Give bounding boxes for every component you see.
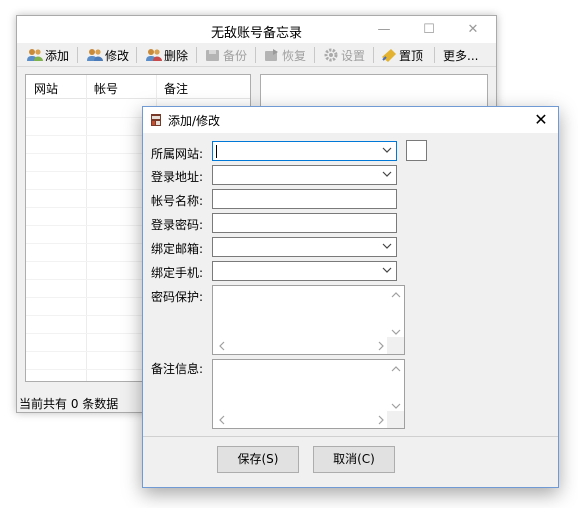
horizontal-scrollbar[interactable] [213,337,388,354]
horizontal-scrollbar[interactable] [213,411,388,428]
chevron-down-icon[interactable] [382,169,392,179]
password-protection-label: 密码保护: [151,290,204,304]
backup-label: 备份 [223,48,248,63]
settings-gear-icon [323,48,339,62]
bound-email-combobox[interactable] [212,237,397,257]
login-url-label: 登录地址: [151,170,204,184]
column-header-account[interactable]: 帐号 [94,80,118,97]
notes-label: 备注信息: [151,362,204,376]
restore-icon [264,48,280,62]
scroll-corner [387,337,404,354]
pin-top-icon [381,48,397,62]
minimize-icon[interactable]: — [370,20,398,40]
list-header: 网站 帐号 备注 [26,75,250,99]
login-password-label: 登录密码: [151,218,204,232]
dialog-title: 添加/修改 [168,114,221,128]
app-icon [150,114,162,126]
toolbar-separator [373,47,374,63]
save-button[interactable]: 保存(S) [217,446,299,473]
restore-label: 恢复 [282,48,307,63]
settings-label: 设置 [341,48,366,63]
cancel-button[interactable]: 取消(C) [313,446,395,473]
site-icon-button[interactable] [406,140,427,161]
main-title-bar: 无敌账号备忘录 — ☐ ✕ [17,16,496,43]
add-label: 添加 [45,48,70,63]
login-url-combobox[interactable] [212,165,397,185]
button-bar-divider [143,436,558,437]
account-name-label: 帐号名称: [151,194,204,208]
login-password-input[interactable] [212,213,397,233]
site-combobox[interactable] [212,141,397,161]
close-icon[interactable]: ✕ [530,109,552,131]
notes-textarea[interactable] [212,359,405,429]
chevron-right-icon[interactable] [376,341,386,351]
chevron-up-icon[interactable] [391,364,401,374]
dialog-title-bar: 添加/修改 ✕ [143,107,558,133]
users-icon [27,48,43,62]
column-divider [86,75,87,381]
pin-top-label: 置顶 [399,48,424,63]
toolbar: 添加 修改 删除 备份 恢复 设置 置顶 更多... [17,43,496,67]
delete-button[interactable]: 删除 [146,46,188,64]
chevron-down-icon[interactable] [391,401,401,411]
delete-users-icon [146,48,162,62]
restore-button[interactable]: 恢复 [264,46,306,64]
add-button[interactable]: 添加 [27,46,69,64]
chevron-left-icon[interactable] [217,341,227,351]
more-label: 更多... [443,48,479,63]
toolbar-separator [136,47,137,63]
column-header-notes[interactable]: 备注 [164,80,188,97]
edit-label: 修改 [105,48,130,63]
close-icon[interactable]: ✕ [459,20,487,40]
settings-button[interactable]: 设置 [323,46,365,64]
toolbar-separator [314,47,315,63]
bound-phone-label: 绑定手机: [151,266,204,280]
delete-label: 删除 [164,48,189,63]
chevron-down-icon[interactable] [382,145,392,155]
chevron-up-icon[interactable] [391,290,401,300]
edit-users-icon [87,48,103,62]
chevron-down-icon[interactable] [382,241,392,251]
chevron-down-icon[interactable] [382,265,392,275]
maximize-icon[interactable]: ☐ [415,20,443,40]
edit-button[interactable]: 修改 [87,46,129,64]
text-caret [216,145,217,158]
scroll-corner [387,411,404,428]
toolbar-separator [255,47,256,63]
chevron-right-icon[interactable] [376,415,386,425]
toolbar-separator [434,47,435,63]
password-protection-textarea[interactable] [212,285,405,355]
backup-icon [205,48,221,62]
backup-button[interactable]: 备份 [205,46,247,64]
vertical-scrollbar[interactable] [387,286,404,339]
more-button[interactable]: 更多... [443,46,478,64]
column-header-site[interactable]: 网站 [34,80,58,97]
bound-phone-combobox[interactable] [212,261,397,281]
site-label: 所属网站: [151,147,204,161]
toolbar-separator [77,47,78,63]
vertical-scrollbar[interactable] [387,360,404,413]
account-name-input[interactable] [212,189,397,209]
toolbar-separator [196,47,197,63]
bound-email-label: 绑定邮箱: [151,242,204,256]
add-edit-dialog: 添加/修改 ✕ 所属网站: 登录地址: 帐号名称: 登录密码: 绑定邮箱: 绑定… [142,106,559,488]
chevron-down-icon[interactable] [391,327,401,337]
pin-top-button[interactable]: 置顶 [381,46,423,64]
status-bar-text: 当前共有 0 条数据 [19,397,119,411]
chevron-left-icon[interactable] [217,415,227,425]
